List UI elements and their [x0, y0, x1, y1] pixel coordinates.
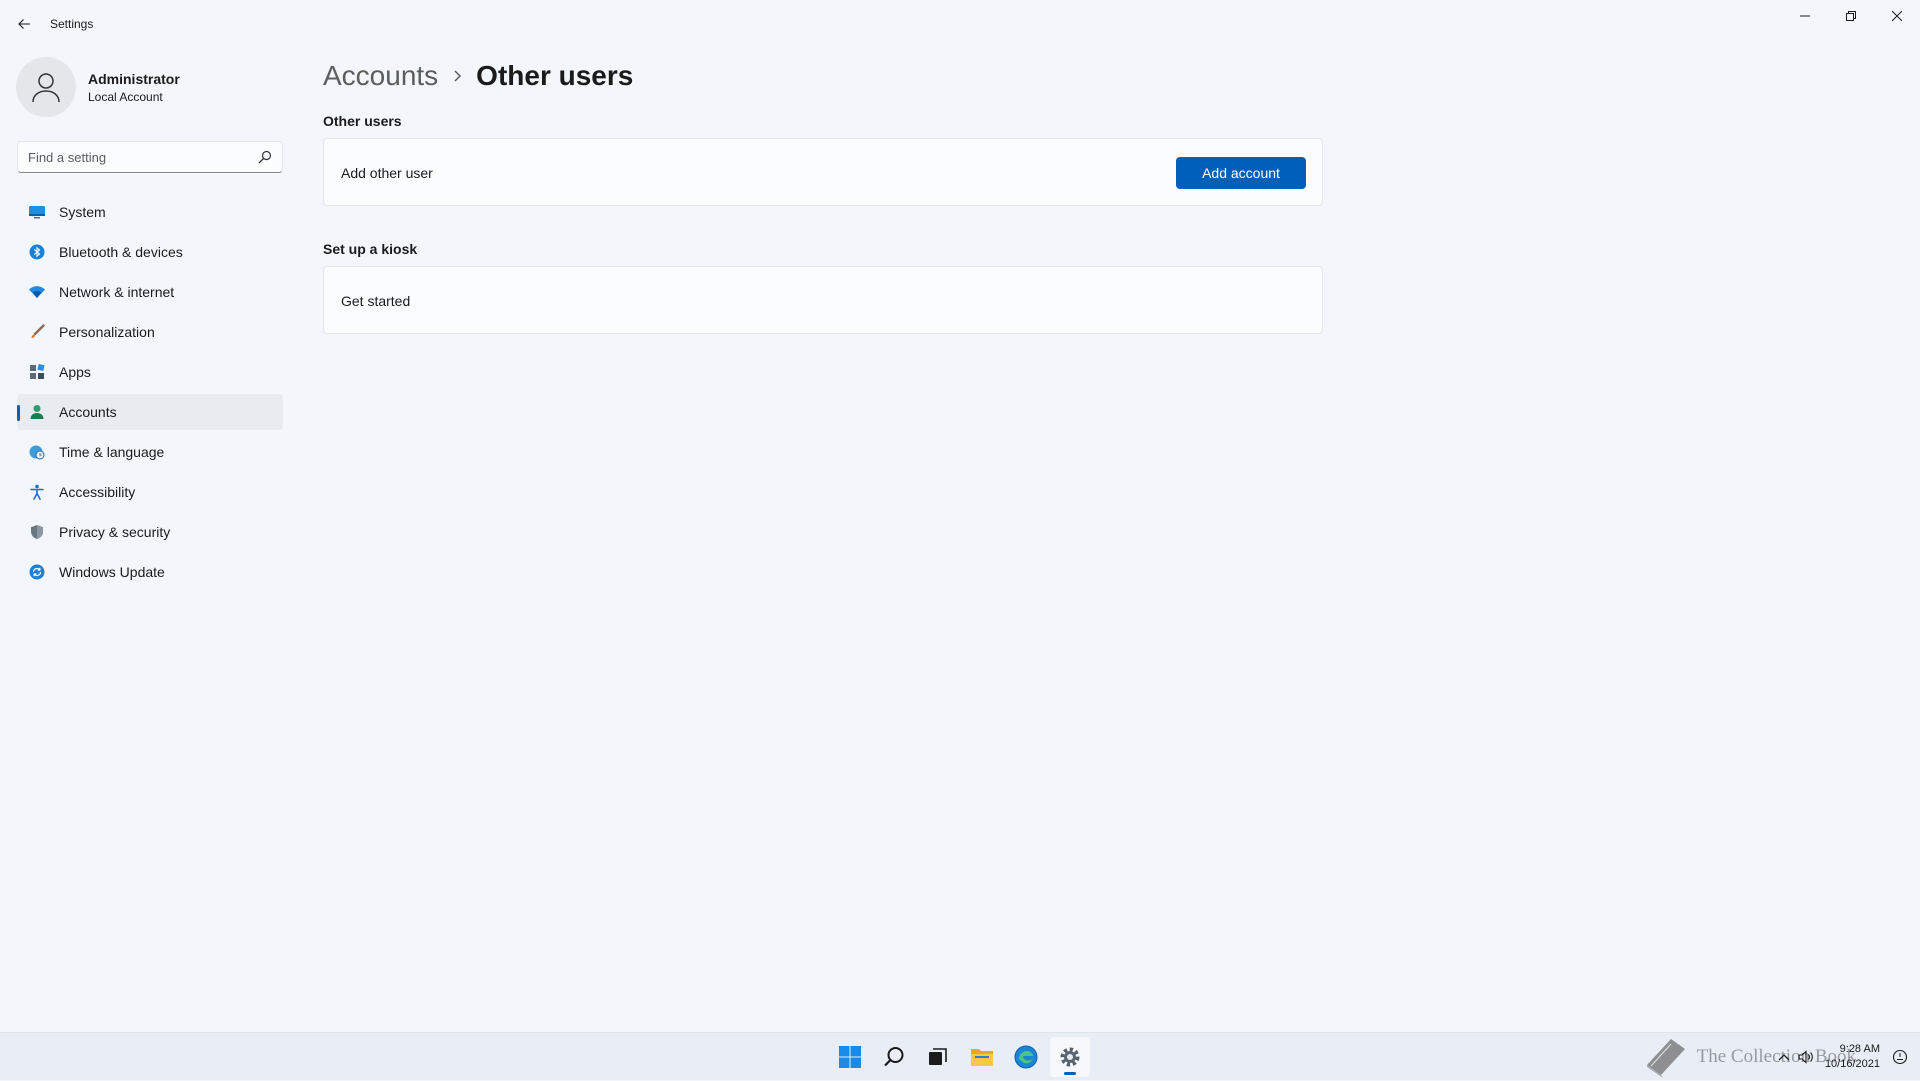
- get-started-label: Get started: [341, 293, 411, 309]
- section-title-other-users: Other users: [323, 113, 402, 129]
- monitor-icon: [27, 202, 47, 222]
- book-icon: [1646, 1039, 1685, 1078]
- page-title: Other users: [476, 60, 634, 91]
- notification-button[interactable]: [1890, 1047, 1910, 1067]
- add-account-button[interactable]: Add account: [1176, 157, 1306, 189]
- search-input[interactable]: [18, 142, 254, 172]
- file-explorer-button[interactable]: [962, 1037, 1002, 1077]
- sidebar-item-accessibility[interactable]: Accessibility: [17, 474, 283, 510]
- search-icon[interactable]: [258, 150, 272, 164]
- sidebar-item-apps[interactable]: Apps: [17, 354, 283, 390]
- close-button[interactable]: [1874, 0, 1920, 32]
- user-profile[interactable]: Administrator Local Account: [16, 57, 286, 117]
- sidebar-item-bluetooth[interactable]: Bluetooth & devices: [17, 234, 283, 270]
- person-icon: [27, 402, 47, 422]
- breadcrumb-parent-link[interactable]: Accounts: [323, 60, 438, 92]
- search-icon: [884, 1047, 904, 1067]
- taskbar-search-button[interactable]: [874, 1037, 914, 1077]
- show-hidden-icons-button[interactable]: [1773, 1046, 1795, 1068]
- back-button[interactable]: [10, 12, 38, 36]
- sidebar-item-accounts[interactable]: Accounts: [17, 394, 283, 430]
- sidebar-item-label: System: [59, 204, 106, 220]
- search-box: [17, 141, 283, 173]
- update-icon: [27, 562, 47, 582]
- arrow-left-icon: [18, 19, 30, 29]
- edge-browser-button[interactable]: [1006, 1037, 1046, 1077]
- sidebar-item-privacy-security[interactable]: Privacy & security: [17, 514, 283, 550]
- shield-icon: [27, 522, 47, 542]
- sidebar-item-label: Bluetooth & devices: [59, 244, 183, 260]
- clock-time: 9:28 AM: [1839, 1043, 1880, 1055]
- taskbar-clock[interactable]: 9:28 AM 10/16/2021: [1825, 1042, 1880, 1072]
- sidebar-item-windows-update[interactable]: Windows Update: [17, 554, 283, 590]
- folder-icon: [971, 1049, 993, 1066]
- close-icon: [1892, 11, 1902, 21]
- title-bar: Settings: [0, 0, 1920, 48]
- brush-icon: [27, 322, 47, 342]
- sidebar-nav: System Bluetooth & devices Network & int…: [17, 194, 283, 594]
- start-button[interactable]: [830, 1037, 870, 1077]
- apps-icon: [27, 362, 47, 382]
- breadcrumb: Accounts Other users: [323, 56, 633, 96]
- user-avatar-icon: [32, 73, 60, 103]
- kiosk-get-started-card[interactable]: Get started: [323, 266, 1323, 334]
- wifi-icon: [27, 282, 47, 302]
- gear-icon: [1060, 1047, 1080, 1067]
- sidebar-item-time-language[interactable]: Time & language: [17, 434, 283, 470]
- task-view-icon: [929, 1048, 947, 1065]
- sidebar-item-label: Time & language: [59, 444, 165, 460]
- bluetooth-icon: [27, 242, 47, 262]
- edge-icon: [1014, 1045, 1038, 1069]
- restore-icon: [1846, 11, 1856, 21]
- minimize-icon: [1800, 15, 1810, 17]
- sidebar-item-label: Privacy & security: [59, 524, 171, 540]
- clock-date: 10/16/2021: [1824, 1058, 1880, 1070]
- sidebar-item-system[interactable]: System: [17, 194, 283, 230]
- app-title: Settings: [50, 17, 94, 31]
- settings-window: Settings Administrator Local Account Fin…: [0, 0, 1920, 1032]
- sidebar-item-label: Accessibility: [59, 484, 136, 500]
- sidebar-item-personalization[interactable]: Personalization: [17, 314, 283, 350]
- settings-taskbar-button[interactable]: [1050, 1037, 1090, 1077]
- globe-clock-icon: [27, 442, 47, 462]
- taskbar-apps: [828, 1033, 1092, 1081]
- profile-account-type: Local Account: [88, 90, 163, 104]
- notification-icon: [1892, 1049, 1908, 1065]
- add-other-user-label: Add other user: [341, 165, 433, 181]
- speaker-icon: [1798, 1050, 1813, 1064]
- sidebar-item-network[interactable]: Network & internet: [17, 274, 283, 310]
- sidebar-item-label: Apps: [59, 364, 91, 380]
- chevron-up-icon: [1778, 1054, 1790, 1061]
- system-tray: 9:28 AM 10/16/2021: [1773, 1033, 1880, 1081]
- chevron-right-icon: [452, 69, 462, 83]
- window-controls: [1782, 0, 1920, 32]
- restore-button[interactable]: [1828, 0, 1874, 32]
- sidebar-item-label: Accounts: [59, 404, 117, 420]
- section-title-kiosk: Set up a kiosk: [323, 241, 418, 257]
- sidebar-item-label: Windows Update: [59, 564, 165, 580]
- volume-button[interactable]: [1795, 1046, 1817, 1068]
- task-view-button[interactable]: [918, 1037, 958, 1077]
- sidebar-item-label: Personalization: [59, 324, 155, 340]
- taskbar: The Collection Book 9:28 AM 10/16/2021: [0, 1032, 1920, 1080]
- sidebar-item-label: Network & internet: [59, 284, 175, 300]
- minimize-button[interactable]: [1782, 0, 1828, 32]
- add-other-user-card: Add other user Add account: [323, 138, 1323, 206]
- windows-logo-icon: [839, 1046, 861, 1068]
- avatar: [16, 57, 76, 117]
- accessibility-icon: [27, 482, 47, 502]
- profile-name: Administrator: [88, 71, 180, 87]
